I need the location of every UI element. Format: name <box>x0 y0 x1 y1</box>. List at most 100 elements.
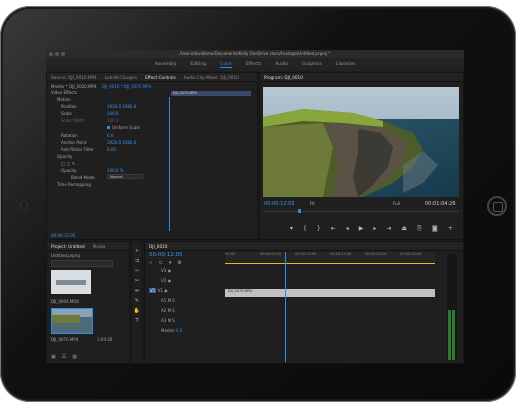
workspace-assembly[interactable]: Assembly <box>155 62 177 67</box>
source-patch-v1[interactable]: V1 <box>149 288 157 293</box>
workspace-graphics[interactable]: Graphics <box>302 62 322 67</box>
go-to-out-icon[interactable]: ⇥ <box>386 225 391 233</box>
tab-sequence[interactable]: DJI_0010 <box>149 244 167 249</box>
solo-icon[interactable]: S <box>172 318 175 323</box>
anti-flicker-value[interactable]: 0.00 <box>107 147 116 152</box>
playhead-line[interactable] <box>169 97 170 231</box>
quality-select[interactable]: Full <box>393 201 400 206</box>
track-header-a3[interactable]: A3 M S <box>149 318 223 328</box>
project-search-input[interactable] <box>51 260 113 267</box>
tab-audio-clip-mixer[interactable]: Audio Clip Mixer: DJI_0010 <box>184 75 239 80</box>
window-title: /Users/davidhme/Documents/Kelly OneDrive… <box>179 51 331 56</box>
rect-mask-icon[interactable]: ▢ <box>67 161 71 166</box>
work-area-bar[interactable] <box>225 263 435 264</box>
in-point-icon[interactable]: { <box>303 225 307 233</box>
maximize-icon[interactable] <box>61 52 65 56</box>
track-select-tool-icon[interactable]: ⇉ <box>135 258 139 264</box>
workspace-audio[interactable]: Audio <box>275 62 288 67</box>
param-anti-flicker: Anti-flicker Filter <box>61 147 94 152</box>
mute-icon[interactable]: M <box>168 318 171 323</box>
linked-selection-icon[interactable]: ⊂ <box>159 260 163 266</box>
project-thumbnail-1[interactable] <box>51 270 91 294</box>
timeline-playhead[interactable] <box>285 252 286 362</box>
lift-icon[interactable]: ⏏ <box>401 225 407 233</box>
audio-meter-left <box>448 310 451 360</box>
time-ruler[interactable]: 00:00 00:00:05:00 00:00:10:00 00:00:15:0… <box>225 252 435 262</box>
param-opacity-section[interactable]: Opacity <box>57 154 72 159</box>
ripple-edit-tool-icon[interactable]: ⇿ <box>135 268 139 274</box>
opacity-value[interactable]: 100.0 % <box>107 168 124 173</box>
eye-icon[interactable]: ◉ <box>168 278 172 283</box>
home-button[interactable] <box>487 196 507 216</box>
blend-mode-select[interactable]: Normal <box>107 174 143 179</box>
minimize-icon[interactable] <box>55 52 59 56</box>
hand-tool-icon[interactable]: ✋ <box>134 308 140 314</box>
play-icon[interactable]: ▶ <box>359 225 364 233</box>
pen-mask-icon[interactable]: ✎ <box>72 161 75 166</box>
effect-controls-timecode[interactable]: 00:00:12:05 <box>51 233 75 238</box>
workspace-editing[interactable]: Editing <box>190 62 206 67</box>
wrench-icon[interactable]: ⚙ <box>177 260 181 266</box>
eye-icon[interactable]: ◉ <box>168 268 172 273</box>
selection-tool-icon[interactable]: ➤ <box>135 248 139 254</box>
scale-value[interactable]: 100.0 <box>107 111 118 116</box>
track-header-a1[interactable]: A1 M S <box>149 298 223 308</box>
track-header-v1[interactable]: V1 V1 ◉ <box>149 288 223 298</box>
timeline-tabs: DJI_0010 <box>145 242 463 251</box>
uniform-scale-checkbox[interactable]: Uniform Scale <box>107 125 140 130</box>
mute-icon[interactable]: M <box>168 308 171 313</box>
timeline-timecode[interactable]: 00:00:12:05 <box>149 252 183 258</box>
razor-tool-icon[interactable]: ✂ <box>135 278 139 284</box>
icon-view-icon[interactable]: ▦ <box>72 354 77 360</box>
program-timecode[interactable]: 00:00:12:05 <box>264 201 295 207</box>
param-motion[interactable]: Motion <box>57 97 71 102</box>
tab-source[interactable]: Source: DJI_0010.MP4 <box>51 75 97 80</box>
track-header-v2[interactable]: V2 ◉ <box>149 278 223 288</box>
tab-effect-controls[interactable]: Effect Controls <box>145 75 176 80</box>
fit-select[interactable]: Fit <box>310 201 315 206</box>
master-volume-value[interactable]: 0.0 <box>176 328 182 333</box>
program-playhead[interactable] <box>298 209 301 213</box>
tab-lumetri-scopes[interactable]: Lumetri Scopes <box>105 75 137 80</box>
master-track-label: Master <box>161 328 175 333</box>
tab-media[interactable]: Media <box>93 244 106 249</box>
overwrite-icon[interactable]: ⎘ <box>417 225 422 233</box>
project-thumbnail-2[interactable] <box>51 308 93 334</box>
workspace-color[interactable]: Color <box>220 62 232 68</box>
pen-tool-icon[interactable]: ✎ <box>135 298 139 304</box>
workspace-libraries[interactable]: Libraries <box>336 62 355 67</box>
ellipse-mask-icon[interactable]: ◯ <box>61 161 65 166</box>
project-item-name-2: DJI_0070.MP4 <box>51 337 79 342</box>
tab-program[interactable]: Program: DJI_0010 <box>264 75 303 80</box>
rotation-value[interactable]: 0.0 <box>107 133 113 138</box>
track-header-a2[interactable]: A2 M S <box>149 308 223 318</box>
snap-icon[interactable]: ∩ <box>149 260 153 266</box>
eye-icon[interactable]: ◉ <box>164 288 168 293</box>
lock-icon[interactable]: ▣ <box>51 354 56 360</box>
slip-tool-icon[interactable]: ⇹ <box>135 288 139 294</box>
track-header-v3[interactable]: V3 ◉ <box>149 268 223 278</box>
solo-icon[interactable]: S <box>172 308 175 313</box>
out-point-icon[interactable]: } <box>317 225 321 233</box>
program-scrubber[interactable] <box>263 211 459 212</box>
step-back-icon[interactable]: ◂ <box>346 225 349 233</box>
list-view-icon[interactable]: ☰ <box>62 354 66 360</box>
add-marker-icon[interactable]: ▾ <box>169 260 172 266</box>
anchor-point-value[interactable]: 1920.0 1080.0 <box>107 140 136 145</box>
solo-icon[interactable]: S <box>172 298 175 303</box>
timeline-clip[interactable]: DJI_0070.MP4 <box>225 289 435 297</box>
ruler-label-1: 00:00:05:00 <box>260 252 282 256</box>
camera-icon[interactable]: ◙ <box>432 225 438 233</box>
type-tool-icon[interactable]: T <box>135 318 138 324</box>
close-icon[interactable] <box>49 52 53 56</box>
step-forward-icon[interactable]: ▸ <box>373 225 376 233</box>
marker-icon[interactable]: ▾ <box>290 225 293 233</box>
add-button-icon[interactable]: + <box>448 225 453 233</box>
workspace-effects[interactable]: Effects <box>246 62 261 67</box>
position-value[interactable]: 1920.0 1080.0 <box>107 104 136 109</box>
tab-project[interactable]: Project: Untitled <box>51 244 85 249</box>
sequence-clip-name[interactable]: DJI_0010 * DJI_0070.MP4 <box>102 84 151 89</box>
param-time-remapping[interactable]: Time Remapping <box>57 182 91 187</box>
go-to-in-icon[interactable]: ⇤ <box>331 225 336 233</box>
mute-icon[interactable]: M <box>168 298 171 303</box>
